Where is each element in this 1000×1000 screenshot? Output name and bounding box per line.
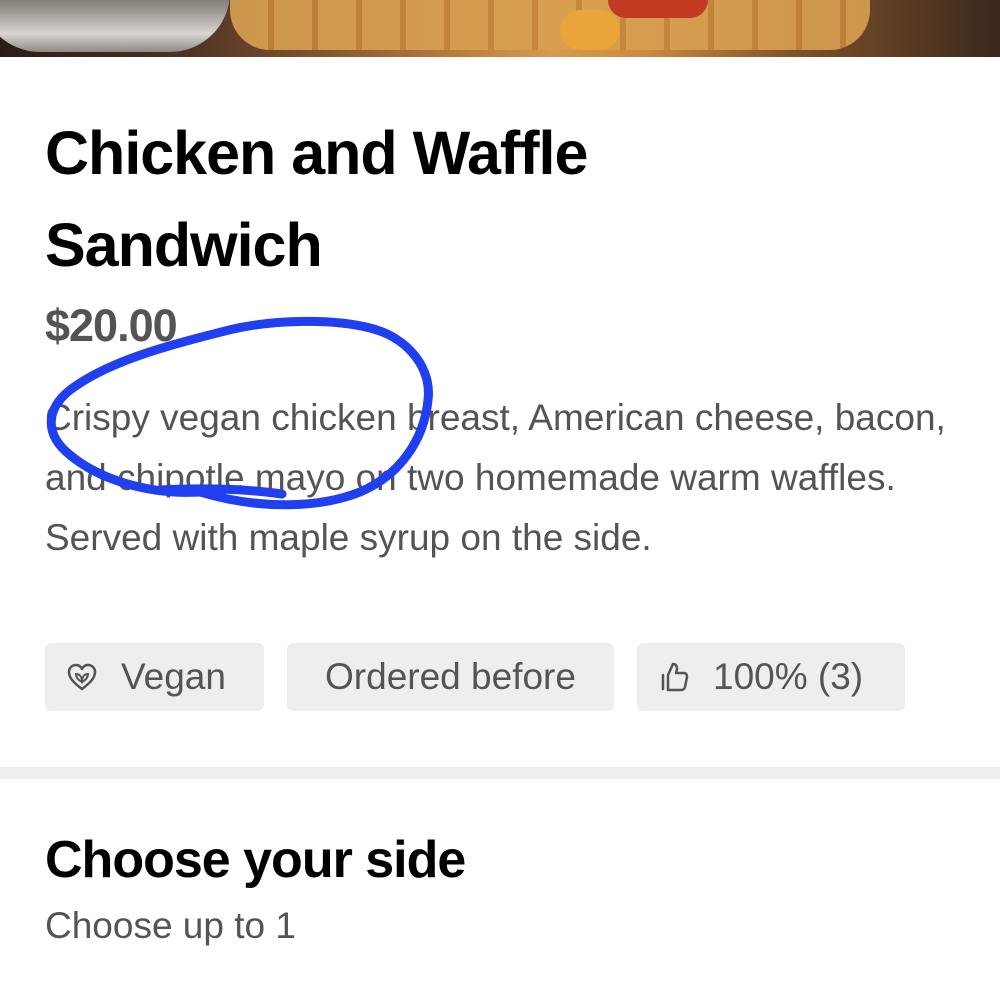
item-photo	[0, 0, 1000, 57]
options-section-title: Choose your side	[45, 831, 466, 889]
vegan-badge: Vegan	[45, 643, 264, 711]
ordered-before-label: Ordered before	[325, 656, 576, 697]
ordered-before-badge: Ordered before	[287, 643, 614, 711]
section-divider	[0, 767, 1000, 779]
sauce-ramekin	[0, 0, 230, 52]
vegan-label: Vegan	[121, 656, 226, 697]
melted-cheese	[560, 10, 620, 50]
options-section-subtitle: Choose up to 1	[45, 905, 296, 946]
rating-label: 100% (3)	[713, 656, 864, 697]
item-title: Chicken and Waffle Sandwich	[45, 119, 588, 279]
thumbs-up-icon	[657, 660, 691, 694]
sauce-drizzle	[608, 0, 708, 18]
item-tags: Vegan Ordered before 100% (3)	[45, 643, 905, 711]
item-price: $20.00	[45, 300, 178, 351]
item-description: Crispy vegan chicken breast, American ch…	[45, 397, 946, 558]
waffle	[230, 0, 870, 50]
rating-badge: 100% (3)	[637, 643, 905, 711]
heart-leaf-icon	[65, 660, 99, 694]
